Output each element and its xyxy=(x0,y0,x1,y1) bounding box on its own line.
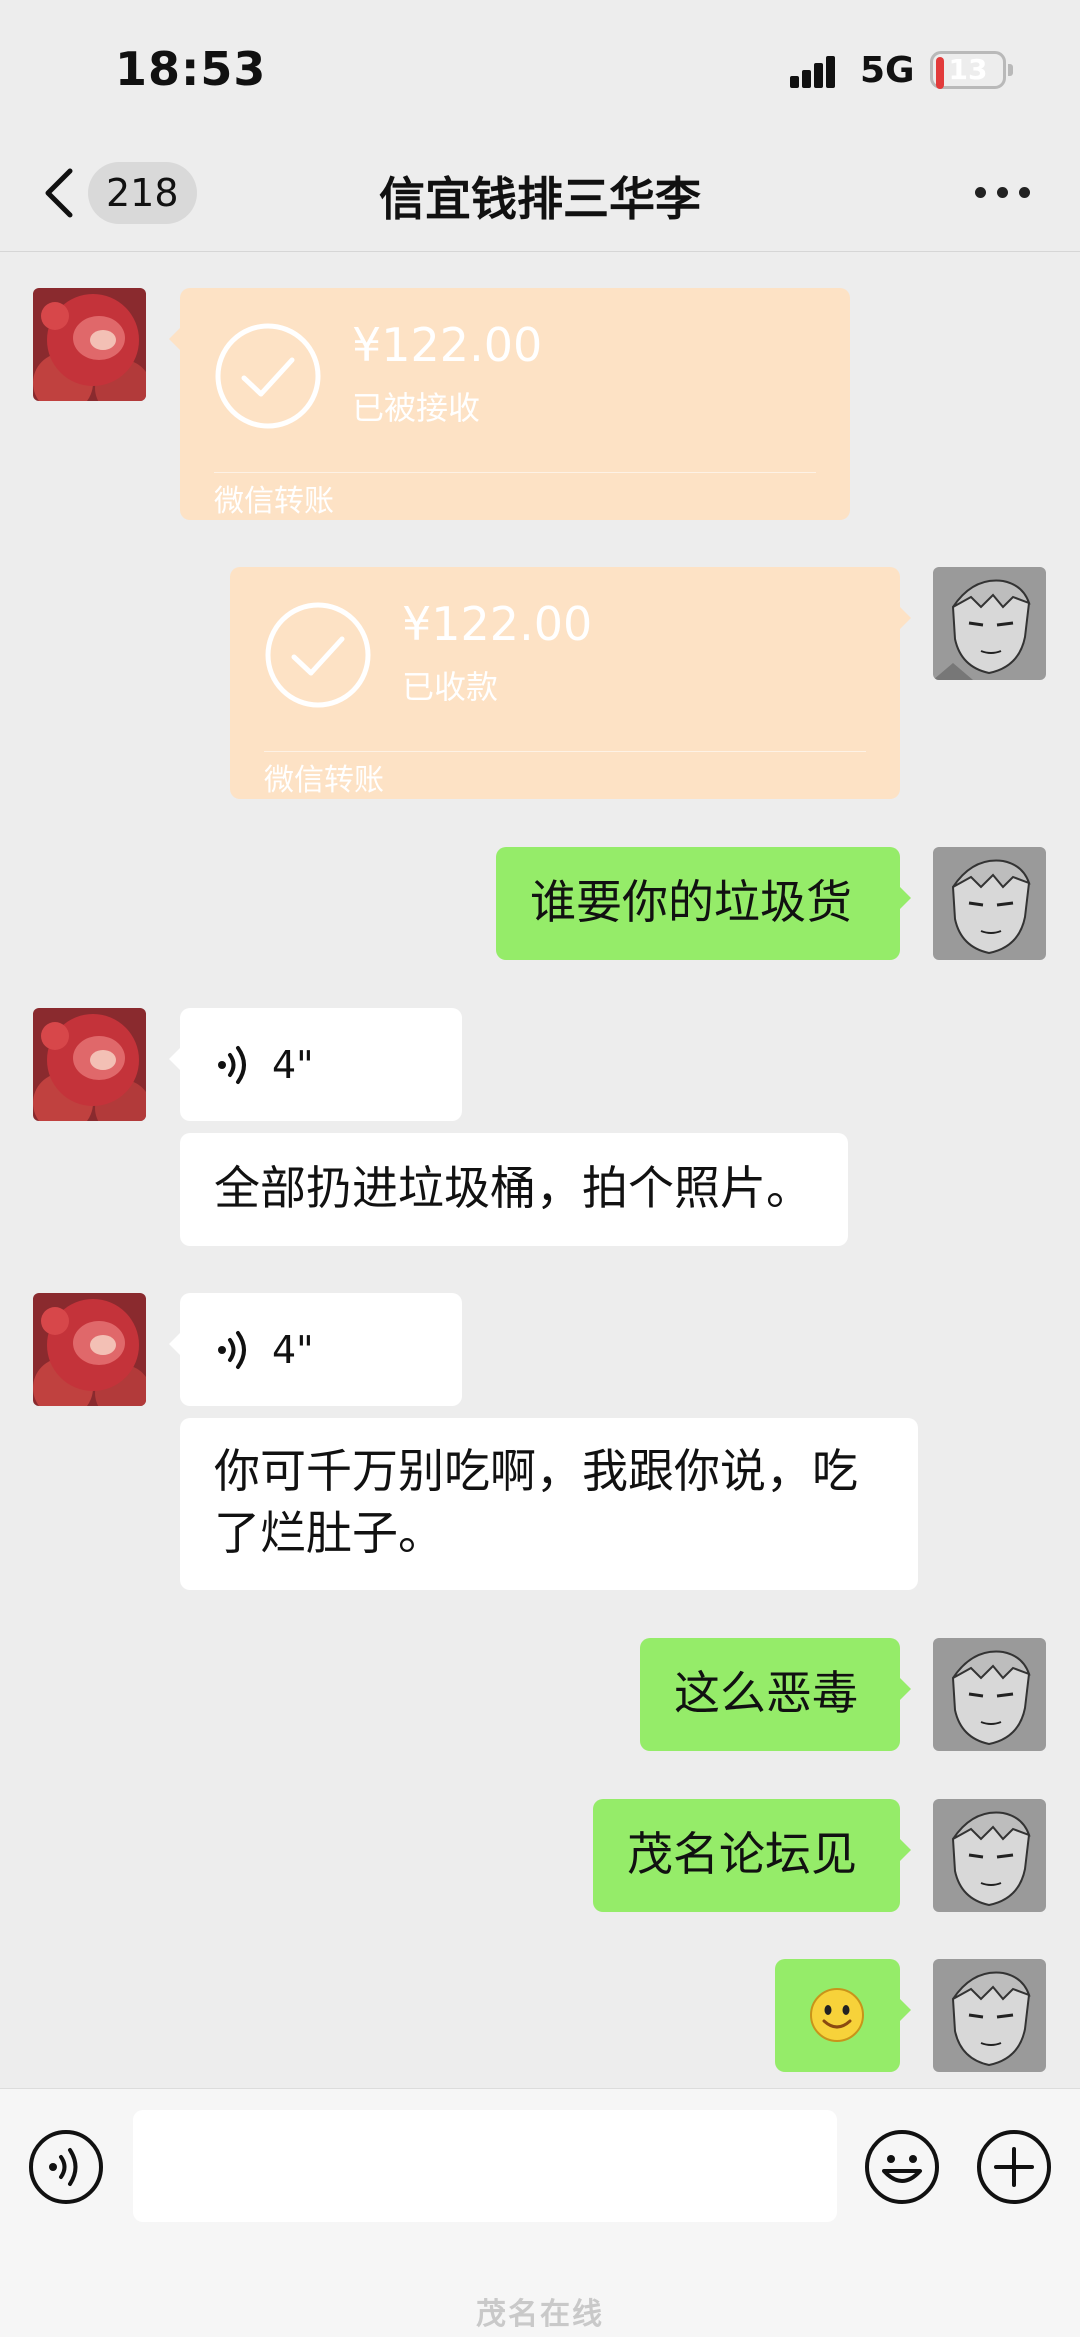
contact-avatar[interactable] xyxy=(33,1008,146,1121)
message-text: 你可千万别吃啊，我跟你说，吃了烂肚子。 xyxy=(214,1444,858,1560)
voice-duration: 4" xyxy=(272,1327,314,1372)
network-type: 5G xyxy=(860,50,915,91)
battery-cap xyxy=(1008,64,1013,76)
bubble-tail xyxy=(900,887,911,909)
bubble-tail xyxy=(900,1999,911,2021)
contact-avatar[interactable] xyxy=(33,1293,146,1406)
message-text: 这么恶毒 xyxy=(674,1666,858,1720)
bubble-tail xyxy=(900,1839,911,1861)
transfer-card[interactable]: ¥122.00 已被接收 微信转账 xyxy=(169,288,850,520)
transfer-source: 微信转账 xyxy=(214,484,334,519)
cellular-signal-icon xyxy=(790,52,846,88)
plus-icon[interactable] xyxy=(976,2129,1052,2205)
voice-message-bubble[interactable]: 4" xyxy=(169,1008,462,1121)
voice-wave-icon xyxy=(218,1330,246,1369)
unread-count-badge[interactable]: 218 xyxy=(88,162,197,224)
smile-emoji-icon xyxy=(810,1988,864,2042)
transfer-status: 已被接收 xyxy=(352,389,481,427)
transfer-amount: ¥122.00 xyxy=(352,318,543,372)
chevron-left-icon[interactable] xyxy=(40,165,80,221)
transfer-source: 微信转账 xyxy=(264,763,384,798)
self-avatar[interactable] xyxy=(933,1959,1046,2072)
transfer-status: 已收款 xyxy=(402,668,499,706)
bubble-tail xyxy=(169,1333,180,1355)
input-bar: 茂名在线 xyxy=(0,2088,1080,2337)
divider xyxy=(264,751,866,752)
check-circle-icon xyxy=(215,323,321,429)
chat-title: 信宜钱排三华李 xyxy=(379,172,701,226)
message-input[interactable] xyxy=(133,2110,837,2222)
self-avatar[interactable] xyxy=(933,567,1046,680)
self-avatar[interactable] xyxy=(933,1799,1046,1912)
bubble-tail xyxy=(169,1048,180,1070)
battery-icon: 13 xyxy=(930,51,1006,89)
voice-wave-icon xyxy=(218,1045,246,1084)
more-dots-icon[interactable] xyxy=(975,185,1031,201)
message-text: 谁要你的垃圾货 xyxy=(530,875,852,929)
check-circle-icon xyxy=(265,602,371,708)
message-list[interactable]: ¥122.00 已被接收 微信转账 ¥122.00 已收款 微信转账 谁要你的垃… xyxy=(0,253,1080,2088)
contact-avatar[interactable] xyxy=(33,288,146,401)
battery-level: 13 xyxy=(948,53,988,86)
message-bubble-incoming[interactable]: 全部扔进垃圾桶，拍个照片。 xyxy=(180,1133,848,1246)
status-bar: 18:53 5G 13 xyxy=(0,0,1080,135)
watermark: 茂名在线 xyxy=(476,2297,604,2332)
message-text: 全部扔进垃圾桶，拍个照片。 xyxy=(214,1161,812,1215)
message-text: 茂名论坛见 xyxy=(627,1827,857,1881)
transfer-card[interactable]: ¥122.00 已收款 微信转账 xyxy=(230,567,911,799)
emoji-message-bubble[interactable] xyxy=(775,1959,911,2072)
bubble-tail xyxy=(169,328,180,350)
voice-mode-icon[interactable] xyxy=(28,2129,104,2205)
message-bubble-incoming[interactable]: 你可千万别吃啊，我跟你说，吃了烂肚子。 xyxy=(180,1418,918,1590)
transfer-amount: ¥122.00 xyxy=(402,597,593,651)
bubble-tail xyxy=(900,607,911,629)
emoji-icon[interactable] xyxy=(864,2129,940,2205)
divider xyxy=(214,472,816,473)
message-bubble-outgoing[interactable]: 这么恶毒 xyxy=(640,1638,911,1751)
message-bubble-outgoing[interactable]: 谁要你的垃圾货 xyxy=(496,847,911,960)
voice-message-bubble[interactable]: 4" xyxy=(169,1293,462,1406)
voice-duration: 4" xyxy=(272,1042,314,1087)
bubble-tail xyxy=(900,1678,911,1700)
chat-header: 218 信宜钱排三华李 xyxy=(0,135,1080,252)
self-avatar[interactable] xyxy=(933,847,1046,960)
status-time: 18:53 xyxy=(115,42,267,96)
self-avatar[interactable] xyxy=(933,1638,1046,1751)
message-bubble-outgoing[interactable]: 茂名论坛见 xyxy=(593,1799,911,1912)
